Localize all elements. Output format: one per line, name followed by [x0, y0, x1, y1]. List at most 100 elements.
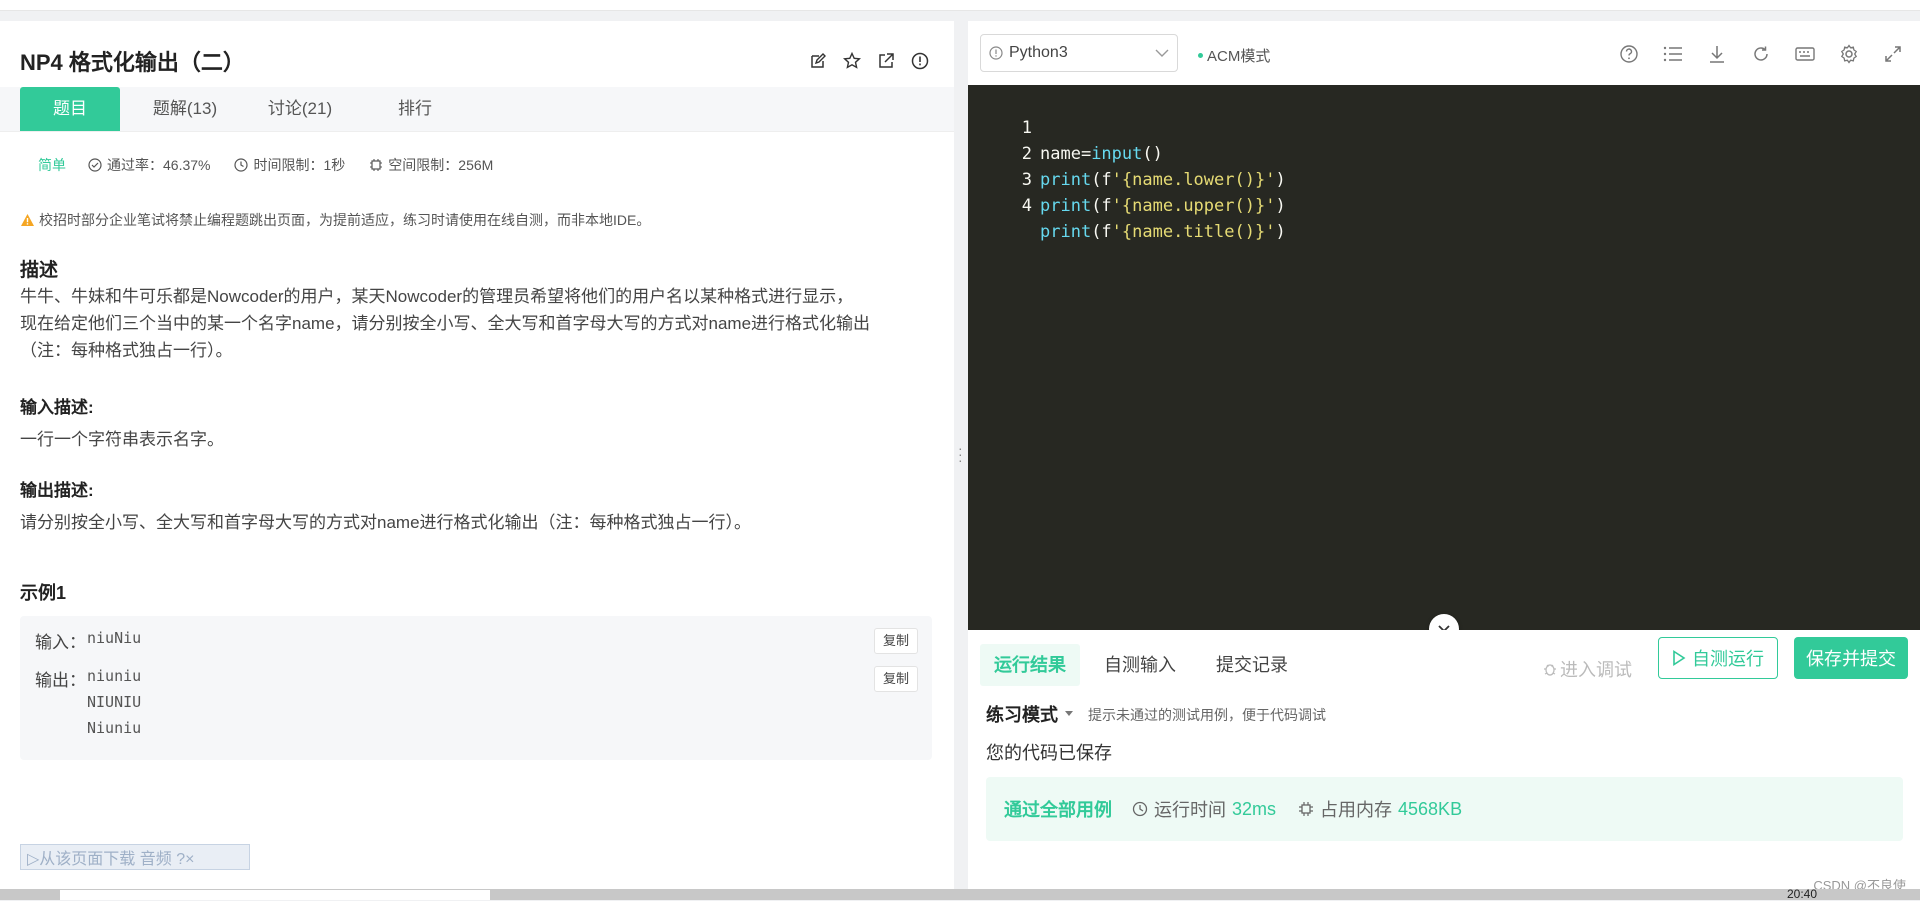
editor-tools — [1618, 43, 1904, 65]
description-heading: 描述 — [20, 260, 59, 281]
example-box: 输入： niuNiu 复制 输出： niuniu NIUNIU Niuniu 复… — [20, 616, 932, 760]
taskbar-clock: 20:40 — [1787, 887, 1818, 901]
tab-ranking[interactable]: 排行 — [365, 87, 465, 131]
tab-discussion[interactable]: 讨论(21) — [250, 87, 350, 131]
resize-handle-icon[interactable]: · · · — [958, 441, 963, 467]
chip-icon — [370, 159, 383, 171]
mode-label: 练习模式 — [986, 705, 1058, 725]
memory-label: 占用内存 — [1298, 796, 1392, 822]
example-output-label: 输出： — [35, 671, 86, 690]
caret-down-icon — [1065, 711, 1073, 716]
clock-icon — [234, 158, 249, 172]
self-test-run-button[interactable]: 自测运行 — [1658, 637, 1778, 679]
code-editor[interactable]: 1 name=input() 2 print(f'{name.lower()}'… — [968, 85, 1920, 630]
example-input-label: 输入： — [35, 633, 86, 652]
top-strip — [0, 0, 1920, 11]
memory-label-text: 占用内存 — [1320, 800, 1393, 820]
copy-input-button[interactable]: 复制 — [874, 628, 918, 654]
tab-solutions[interactable]: 题解(13) — [135, 87, 235, 131]
runtime-label-text: 运行时间 — [1154, 800, 1226, 820]
download-icon[interactable] — [1706, 43, 1728, 65]
save-submit-button[interactable]: 保存并提交 — [1794, 637, 1908, 679]
warning-text: 校招时部分企业笔试将禁止编程题跳出页面，为提前适应，练习时请使用在线自测，而非本… — [39, 212, 651, 228]
saved-status: 您的代码已保存 — [986, 743, 1112, 763]
problem-tabs: 题目 题解(13) 讨论(21) 排行 — [0, 87, 954, 132]
refresh-icon[interactable] — [1750, 43, 1772, 65]
space-limit-text: 空间限制：256M — [388, 157, 494, 173]
description-line-3: （注：每种格式独占一行）。 — [20, 341, 233, 360]
practice-mode-select[interactable]: 练习模式 — [986, 701, 1074, 727]
fullscreen-icon[interactable] — [1882, 43, 1904, 65]
pass-rate: 通过率：46.37% — [88, 155, 210, 175]
play-icon — [1673, 650, 1686, 666]
difficulty-badge: 简单 — [38, 157, 66, 173]
tab-run-result[interactable]: 运行结果 — [980, 644, 1080, 686]
bug-icon — [1544, 664, 1556, 676]
list-icon[interactable] — [1662, 43, 1684, 65]
audio-download-bar[interactable]: ▷从该页面下载 音频 ?× — [20, 844, 250, 870]
example-input-value: niuNiu — [87, 629, 142, 647]
output-description: 请分别按全小写、全大写和首字母大写的方式对name进行格式化输出（注：每种格式独… — [20, 513, 752, 532]
memory-value: 4568KB — [1398, 798, 1463, 819]
run-label: 自测运行 — [1692, 649, 1764, 669]
tab-submission-history[interactable]: 提交记录 — [1202, 644, 1302, 686]
warning-icon — [21, 214, 34, 226]
pass-status: 通过全部用例 — [1004, 800, 1112, 820]
problem-actions — [808, 51, 930, 71]
star-icon[interactable] — [842, 51, 862, 71]
input-heading: 输入描述: — [20, 398, 94, 417]
gear-icon[interactable] — [1838, 43, 1860, 65]
code-text: print(f'{name.title()}') — [1040, 222, 1286, 242]
copy-output-button[interactable]: 复制 — [874, 666, 918, 692]
example-output-value: niuniu NIUNIU Niuniu — [87, 667, 142, 737]
code-text: print(f'{name.lower()}') — [1040, 170, 1286, 190]
code-line: 4 print(f'{name.title()}') — [968, 167, 1286, 242]
info-icon[interactable] — [910, 51, 930, 71]
chevron-down-icon — [1155, 49, 1169, 57]
code-line: 2 print(f'{name.lower()}') — [968, 115, 1286, 190]
info-icon — [989, 46, 1003, 60]
edit-icon[interactable] — [808, 51, 828, 71]
debug-label: 进入调试 — [1560, 660, 1632, 680]
clock-icon — [1132, 801, 1148, 817]
acm-mode[interactable]: ACM模式 — [1198, 45, 1270, 66]
tab-problem[interactable]: 题目 — [20, 87, 120, 131]
keyboard-icon[interactable] — [1794, 43, 1816, 65]
mode-tip: 提示未通过的测试用例，便于代码调试 — [1088, 707, 1326, 723]
editor-panel: Python3 ACM模式 1 name=input() 2 print(f'{… — [968, 21, 1920, 889]
time-limit-text: 时间限制：1秒 — [253, 157, 346, 173]
code-text: print(f'{name.upper()}') — [1040, 196, 1286, 216]
result-summary: 通过全部用例 运行时间 32ms 占用内存 4568KB — [986, 777, 1903, 841]
code-line: 3 print(f'{name.upper()}') — [968, 141, 1286, 216]
tab-custom-input[interactable]: 自测输入 — [1090, 644, 1190, 686]
example-heading: 示例1 — [20, 583, 67, 603]
debug-button[interactable]: 进入调试 — [1542, 656, 1632, 682]
help-icon[interactable] — [1618, 43, 1640, 65]
language-value: Python3 — [1009, 44, 1068, 61]
runtime-label: 运行时间 — [1132, 796, 1226, 822]
share-icon[interactable] — [876, 51, 896, 71]
description-line-2: 现在给定他们三个当中的某一个名字name，请分别按全小写、全大写和首字母大写的方… — [20, 314, 871, 333]
problem-meta: 简单 通过率：46.37% 时间限制：1秒 空间限制：256M — [20, 155, 517, 175]
chip-icon — [1299, 802, 1314, 816]
code-text: name=input() — [1040, 144, 1163, 164]
taskbar-window[interactable] — [60, 890, 490, 900]
mode-dot — [1198, 53, 1203, 58]
editor-toolbar: Python3 ACM模式 — [968, 21, 1920, 85]
warning-notice: 校招时部分企业笔试将禁止编程题跳出页面，为提前适应，练习时请使用在线自测，而非本… — [20, 210, 650, 230]
output-heading: 输出描述: — [20, 481, 94, 500]
taskbar: 20:40 — [0, 887, 1920, 901]
acm-mode-label: ACM模式 — [1207, 48, 1271, 65]
time-limit: 时间限制：1秒 — [234, 155, 345, 175]
language-select[interactable]: Python3 — [980, 34, 1178, 72]
problem-panel: NP4 格式化输出（二） 题目 题解(13) 讨论(21) 排行 简单 通过率：… — [0, 21, 954, 889]
space-limit: 空间限制：256M — [369, 155, 493, 175]
input-description: 一行一个字符串表示名字。 — [20, 430, 224, 449]
pass-rate-text: 通过率：46.37% — [107, 157, 211, 173]
description-line-1: 牛牛、牛妹和牛可乐都是Nowcoder的用户，某天Nowcoder的管理员希望将… — [20, 287, 854, 306]
runtime-value: 32ms — [1232, 798, 1277, 819]
line-number: 4 — [1021, 196, 1032, 216]
check-circle-icon — [88, 158, 102, 172]
problem-title: NP4 格式化输出（二） — [20, 50, 245, 75]
code-line: 1 name=input() — [968, 89, 1163, 164]
